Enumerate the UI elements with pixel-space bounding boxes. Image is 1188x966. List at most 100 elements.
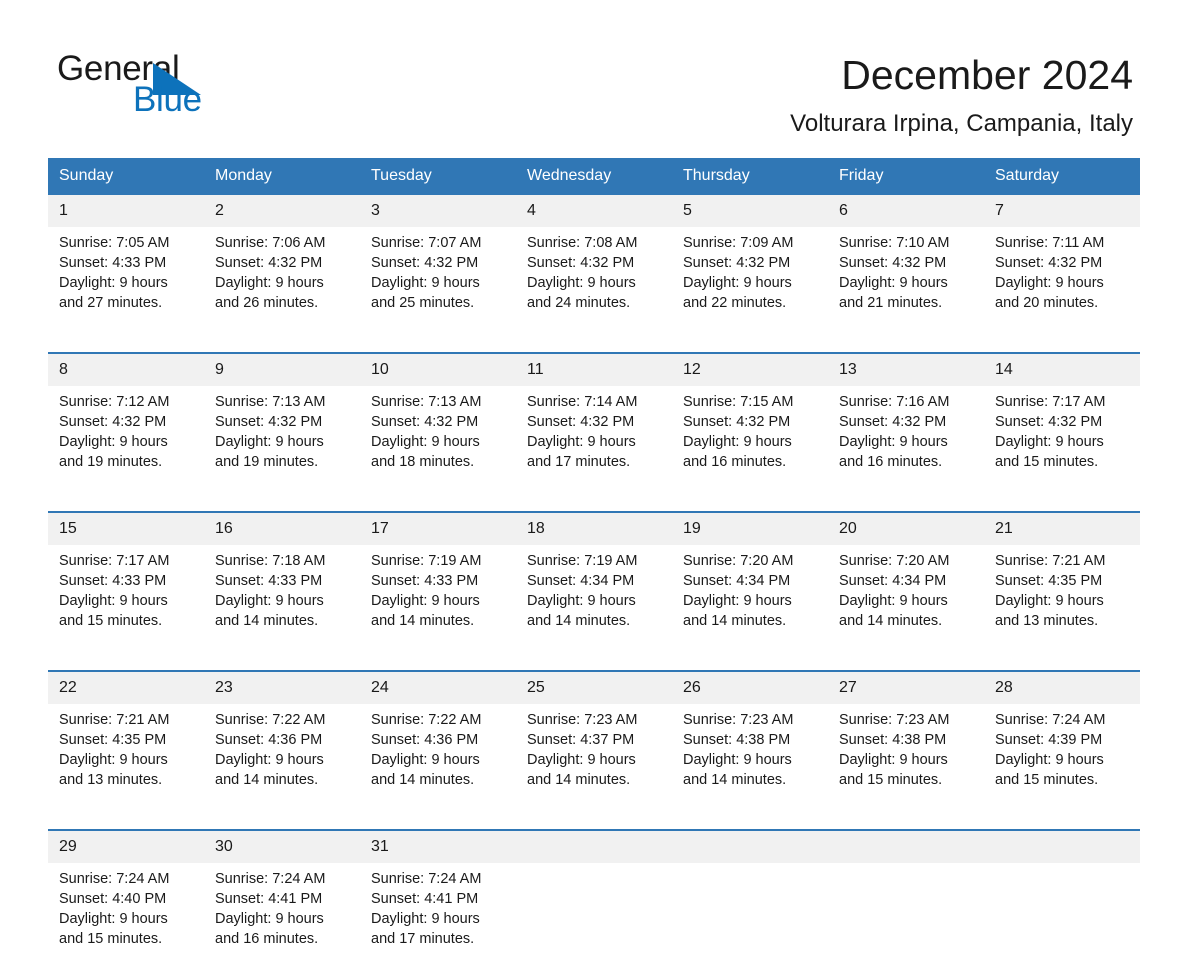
sunset-time: Sunset: 4:37 PM [527, 732, 635, 748]
daylight-duration-line1: Daylight: 9 hours [527, 752, 636, 768]
calendar-day-cell[interactable]: 20 Sunrise: 7:20 AM Sunset: 4:34 PM Dayligh… [828, 513, 984, 648]
day-number: 23 [204, 672, 360, 704]
logo-text-blue: Blue [133, 80, 202, 119]
daylight-duration-line2: and 14 minutes. [215, 772, 319, 788]
calendar-day-cell[interactable]: 9 Sunrise: 7:13 AM Sunset: 4:32 PM Daylight… [204, 354, 360, 489]
day-details: Sunrise: 7:19 AM Sunset: 4:34 PM Daylight:… [516, 545, 672, 631]
calendar-day-cell[interactable]: 7 Sunrise: 7:11 AM Sunset: 4:32 PM Daylight… [984, 195, 1140, 330]
calendar-day-cell[interactable]: 29 Sunrise: 7:24 AM Sunset: 4:40 PM Dayligh… [48, 831, 204, 966]
daylight-duration-line2: and 14 minutes. [371, 613, 475, 629]
day-details [672, 863, 828, 869]
sunrise-time: Sunrise: 7:24 AM [215, 871, 326, 887]
daylight-duration-line1: Daylight: 9 hours [839, 593, 948, 609]
sunrise-time: Sunrise: 7:24 AM [59, 871, 170, 887]
week-row-spacer [48, 648, 1140, 670]
sunset-time: Sunset: 4:32 PM [59, 414, 167, 430]
calendar-day-cell[interactable]: 4 Sunrise: 7:08 AM Sunset: 4:32 PM Daylight… [516, 195, 672, 330]
sunrise-time: Sunrise: 7:16 AM [839, 394, 950, 410]
calendar-day-cell[interactable]: 19 Sunrise: 7:20 AM Sunset: 4:34 PM Dayligh… [672, 513, 828, 648]
day-number: 3 [360, 195, 516, 227]
sunrise-time: Sunrise: 7:19 AM [371, 553, 482, 569]
calendar-day-cell[interactable]: 3 Sunrise: 7:07 AM Sunset: 4:32 PM Daylight… [360, 195, 516, 330]
calendar-day-cell[interactable]: 14 Sunrise: 7:17 AM Sunset: 4:32 PM Dayligh… [984, 354, 1140, 489]
day-number: 30 [204, 831, 360, 863]
sunset-time: Sunset: 4:32 PM [995, 255, 1103, 271]
daylight-duration-line1: Daylight: 9 hours [59, 911, 168, 927]
daylight-duration-line2: and 14 minutes. [839, 613, 943, 629]
day-details: Sunrise: 7:22 AM Sunset: 4:36 PM Daylight:… [360, 704, 516, 790]
day-number: 1 [48, 195, 204, 227]
daylight-duration-line1: Daylight: 9 hours [59, 275, 168, 291]
sunrise-time: Sunrise: 7:07 AM [371, 235, 482, 251]
daylight-duration-line2: and 13 minutes. [995, 613, 1099, 629]
sunset-time: Sunset: 4:39 PM [995, 732, 1103, 748]
sunset-time: Sunset: 4:32 PM [371, 255, 479, 271]
daylight-duration-line1: Daylight: 9 hours [59, 593, 168, 609]
day-number: 16 [204, 513, 360, 545]
daylight-duration-line1: Daylight: 9 hours [371, 911, 480, 927]
calendar-day-cell[interactable]: 23 Sunrise: 7:22 AM Sunset: 4:36 PM Dayligh… [204, 672, 360, 807]
calendar-day-cell[interactable]: 18 Sunrise: 7:19 AM Sunset: 4:34 PM Dayligh… [516, 513, 672, 648]
calendar-day-cell[interactable]: 24 Sunrise: 7:22 AM Sunset: 4:36 PM Dayligh… [360, 672, 516, 807]
daylight-duration-line1: Daylight: 9 hours [839, 434, 948, 450]
daylight-duration-line2: and 15 minutes. [839, 772, 943, 788]
calendar-day-cell[interactable]: 17 Sunrise: 7:19 AM Sunset: 4:33 PM Dayligh… [360, 513, 516, 648]
sunset-time: Sunset: 4:32 PM [995, 414, 1103, 430]
week-row-spacer [48, 330, 1140, 352]
day-details: Sunrise: 7:17 AM Sunset: 4:32 PM Daylight:… [984, 386, 1140, 472]
calendar-page: General Blue December 2024 Volturara Irp… [0, 0, 1188, 966]
calendar-day-cell[interactable]: 22 Sunrise: 7:21 AM Sunset: 4:35 PM Dayligh… [48, 672, 204, 807]
calendar-day-cell[interactable]: 27 Sunrise: 7:23 AM Sunset: 4:38 PM Dayligh… [828, 672, 984, 807]
day-number: 24 [360, 672, 516, 704]
calendar-day-cell[interactable]: 11 Sunrise: 7:14 AM Sunset: 4:32 PM Dayligh… [516, 354, 672, 489]
general-blue-logo[interactable]: General Blue [57, 48, 257, 128]
calendar-day-cell[interactable]: 26 Sunrise: 7:23 AM Sunset: 4:38 PM Dayligh… [672, 672, 828, 807]
daylight-duration-line2: and 15 minutes. [59, 613, 163, 629]
calendar-day-cell[interactable]: 5 Sunrise: 7:09 AM Sunset: 4:32 PM Daylight… [672, 195, 828, 330]
calendar-day-cell[interactable]: 12 Sunrise: 7:15 AM Sunset: 4:32 PM Dayligh… [672, 354, 828, 489]
daylight-duration-line1: Daylight: 9 hours [527, 593, 636, 609]
daylight-duration-line2: and 14 minutes. [527, 772, 631, 788]
daylight-duration-line1: Daylight: 9 hours [839, 752, 948, 768]
page-header: General Blue December 2024 Volturara Irp… [0, 0, 1188, 148]
day-details: Sunrise: 7:24 AM Sunset: 4:39 PM Daylight:… [984, 704, 1140, 790]
week-row-spacer [48, 807, 1140, 829]
sunrise-time: Sunrise: 7:05 AM [59, 235, 170, 251]
day-number: 19 [672, 513, 828, 545]
calendar-day-cell[interactable]: 2 Sunrise: 7:06 AM Sunset: 4:32 PM Daylight… [204, 195, 360, 330]
calendar-day-cell[interactable]: 30 Sunrise: 7:24 AM Sunset: 4:41 PM Dayligh… [204, 831, 360, 966]
day-details: Sunrise: 7:19 AM Sunset: 4:33 PM Daylight:… [360, 545, 516, 631]
sunrise-time: Sunrise: 7:22 AM [371, 712, 482, 728]
daylight-duration-line2: and 16 minutes. [683, 454, 787, 470]
calendar-day-cell[interactable]: 1 Sunrise: 7:05 AM Sunset: 4:33 PM Daylight… [48, 195, 204, 330]
calendar-grid: Sunday Monday Tuesday Wednesday Thursday… [48, 158, 1140, 966]
sunset-time: Sunset: 4:32 PM [839, 414, 947, 430]
calendar-week-row: 15 Sunrise: 7:17 AM Sunset: 4:33 PM Dayligh… [48, 511, 1140, 648]
sunrise-time: Sunrise: 7:21 AM [59, 712, 170, 728]
sunrise-time: Sunrise: 7:08 AM [527, 235, 638, 251]
weekday-header-tuesday: Tuesday [371, 167, 432, 184]
calendar-day-cell[interactable]: 8 Sunrise: 7:12 AM Sunset: 4:32 PM Daylight… [48, 354, 204, 489]
calendar-day-cell[interactable]: 13 Sunrise: 7:16 AM Sunset: 4:32 PM Dayligh… [828, 354, 984, 489]
daylight-duration-line1: Daylight: 9 hours [215, 752, 324, 768]
calendar-day-cell[interactable]: 31 Sunrise: 7:24 AM Sunset: 4:41 PM Dayligh… [360, 831, 516, 966]
day-details: Sunrise: 7:21 AM Sunset: 4:35 PM Daylight:… [48, 704, 204, 790]
calendar-day-cell[interactable]: 28 Sunrise: 7:24 AM Sunset: 4:39 PM Dayligh… [984, 672, 1140, 807]
day-details: Sunrise: 7:09 AM Sunset: 4:32 PM Daylight:… [672, 227, 828, 313]
daylight-duration-line2: and 21 minutes. [839, 295, 943, 311]
calendar-day-cell[interactable]: 15 Sunrise: 7:17 AM Sunset: 4:33 PM Dayligh… [48, 513, 204, 648]
day-number: 9 [204, 354, 360, 386]
weekday-header-thursday: Thursday [683, 167, 750, 184]
sunset-time: Sunset: 4:32 PM [683, 414, 791, 430]
calendar-day-cell[interactable]: 10 Sunrise: 7:13 AM Sunset: 4:32 PM Dayligh… [360, 354, 516, 489]
calendar-day-cell[interactable]: 25 Sunrise: 7:23 AM Sunset: 4:37 PM Dayligh… [516, 672, 672, 807]
sunset-time: Sunset: 4:32 PM [215, 414, 323, 430]
day-number: 5 [672, 195, 828, 227]
calendar-day-cell[interactable]: 16 Sunrise: 7:18 AM Sunset: 4:33 PM Dayligh… [204, 513, 360, 648]
daylight-duration-line2: and 17 minutes. [371, 931, 475, 947]
day-details: Sunrise: 7:16 AM Sunset: 4:32 PM Daylight:… [828, 386, 984, 472]
calendar-day-cell[interactable]: 21 Sunrise: 7:21 AM Sunset: 4:35 PM Dayligh… [984, 513, 1140, 648]
daylight-duration-line2: and 14 minutes. [371, 772, 475, 788]
daylight-duration-line1: Daylight: 9 hours [839, 275, 948, 291]
calendar-day-cell[interactable]: 6 Sunrise: 7:10 AM Sunset: 4:32 PM Daylight… [828, 195, 984, 330]
